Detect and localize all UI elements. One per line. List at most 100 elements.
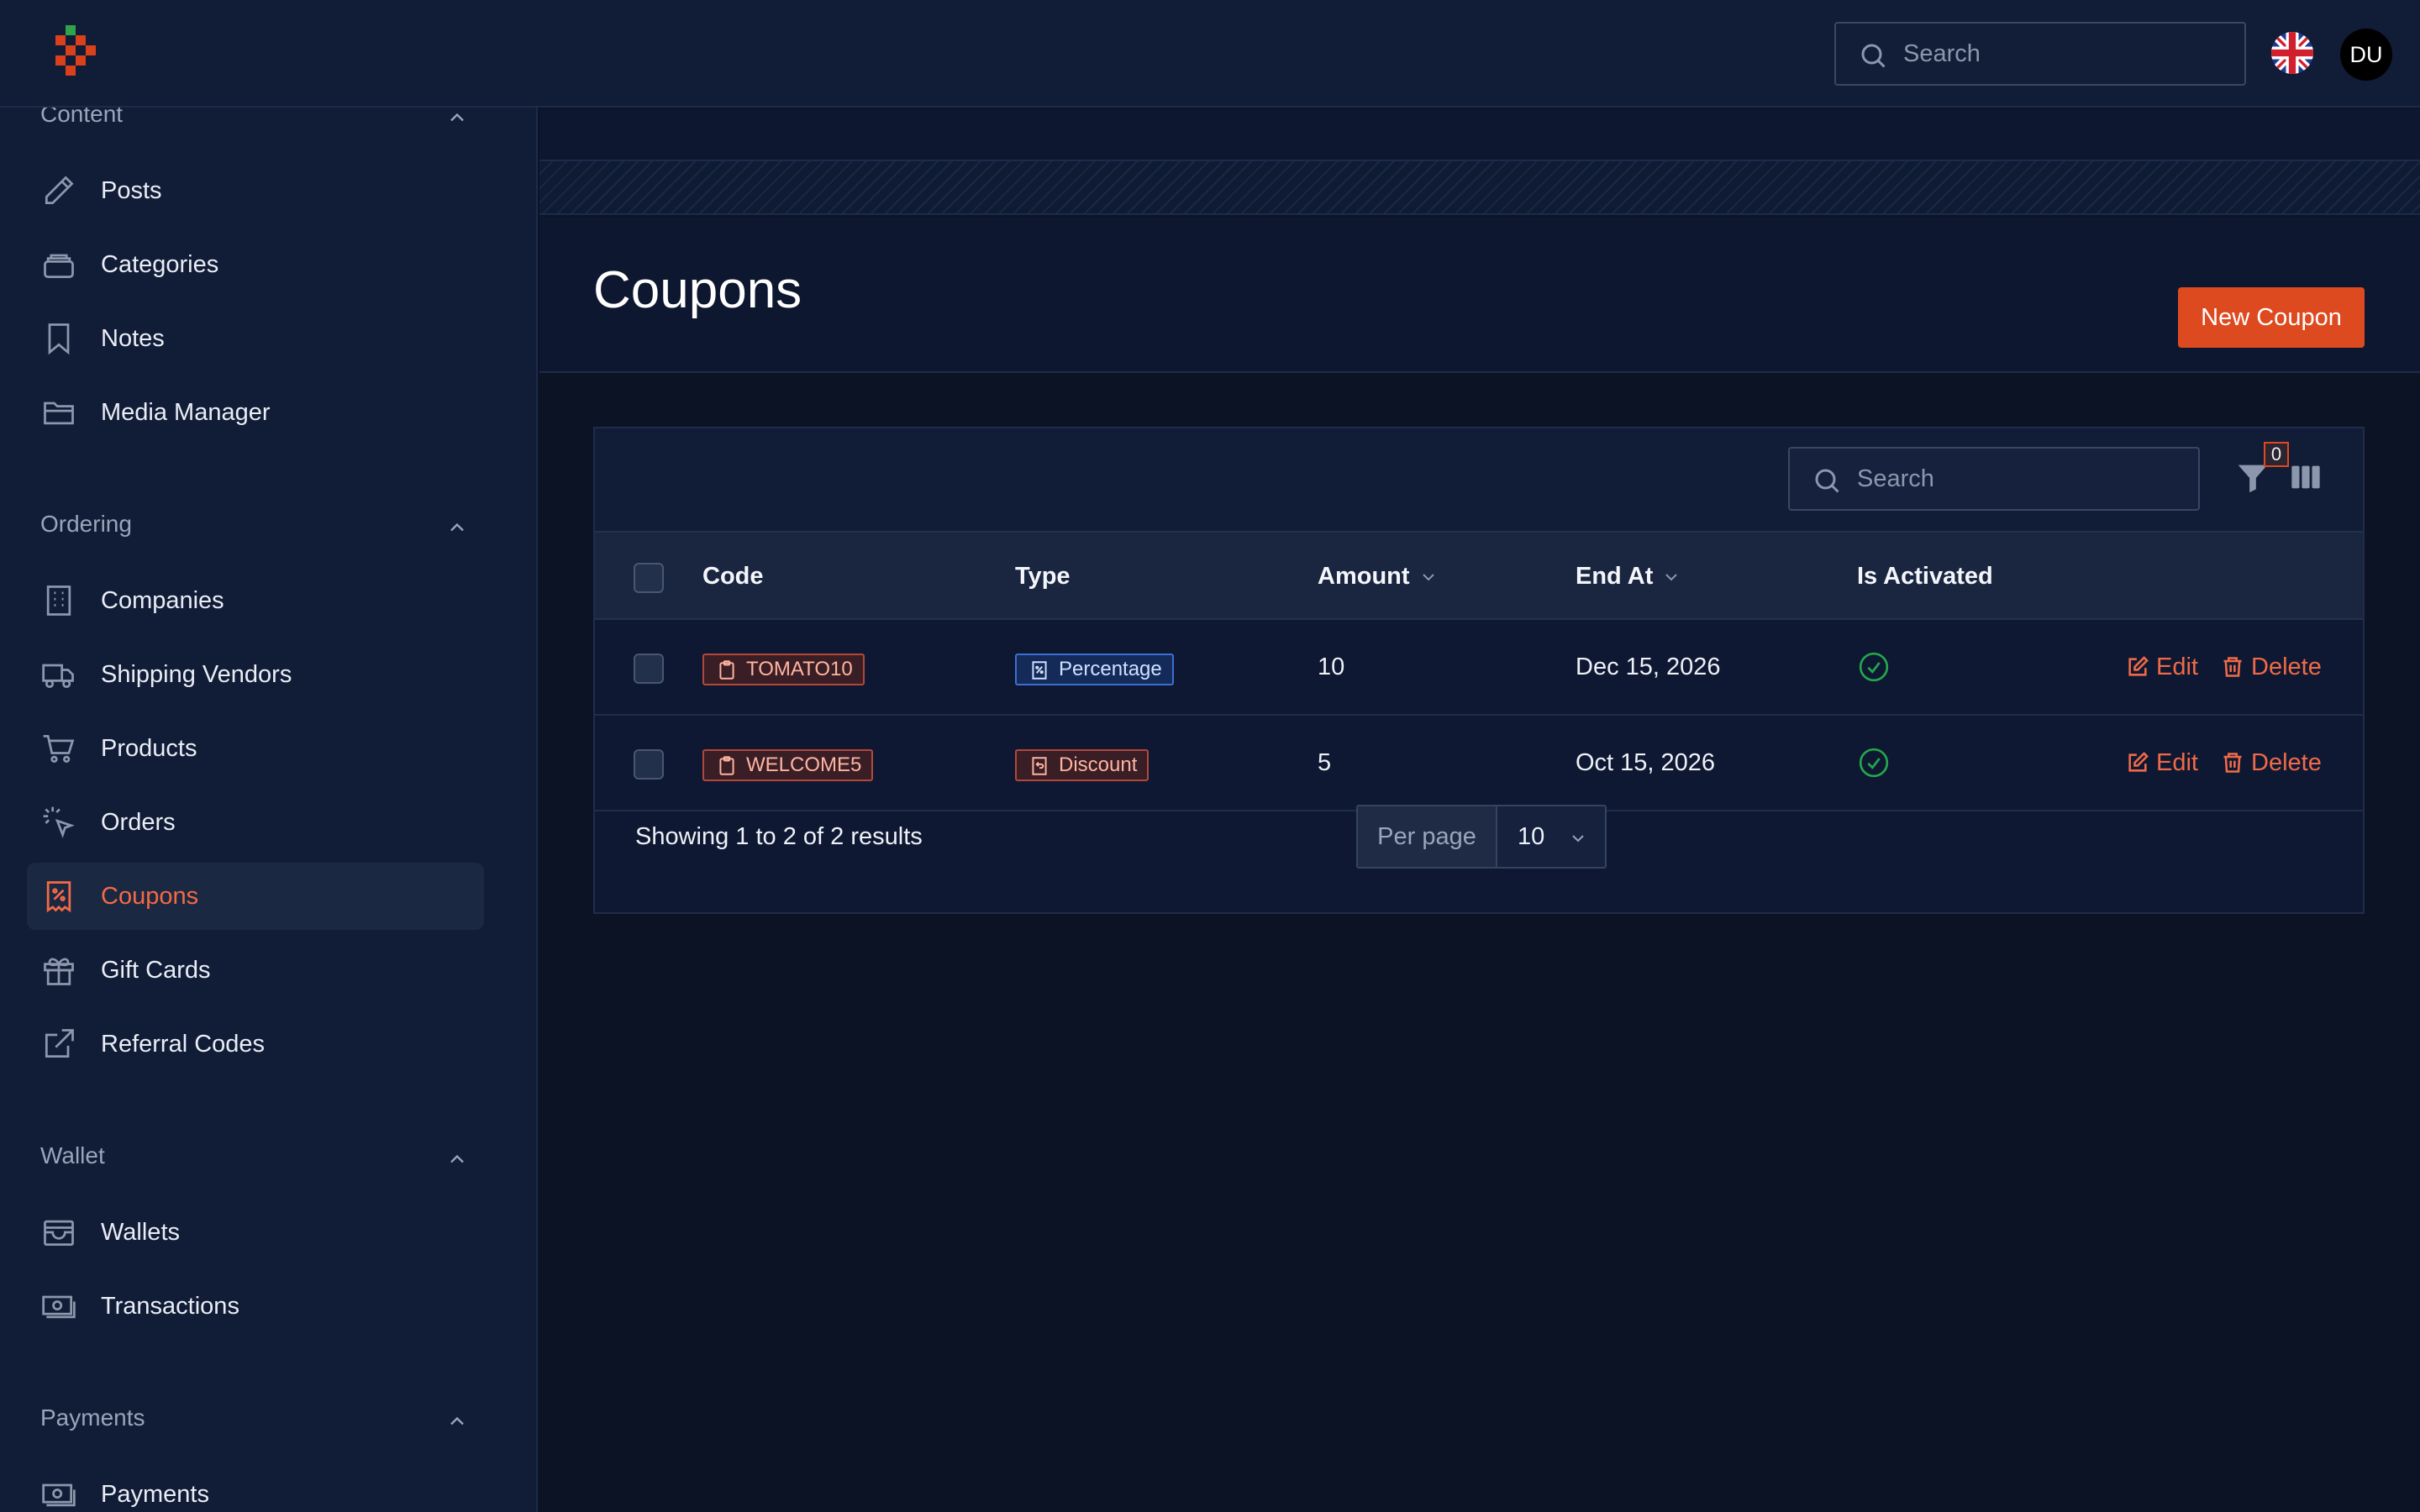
sidebar-group-wallet[interactable]: Wallet xyxy=(40,1142,469,1176)
trash-icon xyxy=(2223,753,2242,773)
sidebar-item-shipping-vendors[interactable]: Shipping Vendors xyxy=(27,641,484,708)
coupon-end-at: Oct 15, 2026 xyxy=(1576,749,1716,776)
sidebar-item-label: Payments xyxy=(101,1481,209,1508)
new-coupon-button[interactable]: New Coupon xyxy=(2178,287,2365,348)
row-checkbox[interactable] xyxy=(634,654,664,684)
receipt-percent-icon xyxy=(46,881,71,913)
stack-icon xyxy=(44,254,74,279)
sidebar-item-categories[interactable]: Categories xyxy=(27,231,484,298)
table-search-input[interactable] xyxy=(1857,449,2176,509)
gift-icon xyxy=(44,958,74,985)
user-avatar[interactable]: DU xyxy=(2340,29,2392,81)
column-header-amount[interactable]: Amount xyxy=(1318,533,1439,620)
top-strip xyxy=(539,109,2420,161)
table-row[interactable]: WELCOME5 Discount 5 Oct 15, 2026 Edit De… xyxy=(595,716,2363,811)
column-header-type[interactable]: Type xyxy=(1015,533,1071,620)
filter-count-badge: 0 xyxy=(2264,442,2289,467)
coupon-end-at: Dec 15, 2026 xyxy=(1576,654,1721,680)
table-row[interactable]: TOMATO10 Percentage 10 Dec 15, 2026 Edit… xyxy=(595,620,2363,716)
edit-button[interactable]: Edit xyxy=(2126,620,2198,714)
hatched-divider xyxy=(539,161,2420,215)
main-content: Coupons New Coupon 0 Code Type Amount En… xyxy=(539,109,2420,1512)
sidebar-item-label: Notes xyxy=(101,325,165,352)
sidebar-item-label: Orders xyxy=(101,809,176,836)
wallet-icon xyxy=(44,1220,74,1247)
sidebar-item-referral-codes[interactable]: Referral Codes xyxy=(27,1011,484,1078)
search-icon xyxy=(1861,44,1886,68)
sidebar-item-companies[interactable]: Companies xyxy=(27,567,484,634)
column-header-label: End At xyxy=(1576,563,1654,590)
chevron-up-icon xyxy=(450,1416,464,1425)
per-page-value: 10 xyxy=(1518,823,1545,850)
coupon-code-badge: WELCOME5 xyxy=(702,749,874,781)
coupon-code-badge: TOMATO10 xyxy=(702,654,865,685)
global-search-input[interactable] xyxy=(1903,24,2223,84)
coupon-type-badge: Discount xyxy=(1015,749,1150,781)
edit-icon xyxy=(2128,656,2149,676)
edit-icon xyxy=(2128,752,2149,772)
sidebar-item-payments[interactable]: Payments xyxy=(27,1461,484,1512)
sidebar-item-transactions[interactable]: Transactions xyxy=(27,1273,484,1340)
sidebar-group-payments[interactable]: Payments xyxy=(40,1404,469,1438)
sidebar-item-label: Products xyxy=(101,735,197,762)
receipt-refund-icon xyxy=(1032,757,1047,775)
cursor-click-icon xyxy=(43,806,75,838)
coupon-type-badge: Percentage xyxy=(1015,654,1174,685)
sidebar-item-coupons[interactable]: Coupons xyxy=(27,863,484,930)
edit-button[interactable]: Edit xyxy=(2126,716,2198,810)
sidebar-item-label: Shipping Vendors xyxy=(101,661,292,688)
column-header-code[interactable]: Code xyxy=(702,533,764,620)
sidebar-item-gift-cards[interactable]: Gift Cards xyxy=(27,937,484,1004)
sidebar-item-notes[interactable]: Notes xyxy=(27,305,484,372)
coupon-amount: 5 xyxy=(1318,749,1332,776)
sidebar-group-label: Wallet xyxy=(40,1142,105,1168)
table-search[interactable] xyxy=(1788,447,2200,511)
delete-button[interactable]: Delete xyxy=(2221,716,2322,810)
sidebar-group-label: Ordering xyxy=(40,511,132,537)
sidebar-item-label: Transactions xyxy=(101,1293,239,1320)
sidebar-group-label: Content xyxy=(40,108,124,127)
chevron-up-icon xyxy=(450,1154,464,1163)
pencil-icon xyxy=(45,176,74,205)
select-all-checkbox[interactable] xyxy=(634,563,664,593)
coupons-table-card: 0 Code Type Amount End At Is Activated T… xyxy=(593,427,2365,914)
check-circle-icon xyxy=(1859,748,1889,778)
sidebar-item-media-manager[interactable]: Media Manager xyxy=(27,379,484,446)
global-search[interactable] xyxy=(1834,22,2246,86)
columns-icon[interactable] xyxy=(2289,460,2323,494)
page-title: Coupons xyxy=(593,261,802,319)
sidebar-item-wallets[interactable]: Wallets xyxy=(27,1199,484,1266)
sidebar: Content Posts Categories Notes Media Man… xyxy=(0,108,538,1512)
chevron-down-icon xyxy=(1572,835,1584,843)
chevron-up-icon xyxy=(450,113,464,122)
column-header-end-at[interactable]: End At xyxy=(1576,533,1681,620)
sidebar-item-label: Companies xyxy=(101,587,224,614)
sidebar-group-label: Payments xyxy=(40,1404,145,1431)
trash-icon xyxy=(2223,657,2242,677)
check-circle-icon xyxy=(1859,652,1889,682)
coupon-amount: 10 xyxy=(1318,654,1345,680)
delete-button[interactable]: Delete xyxy=(2221,620,2322,714)
clipboard-icon xyxy=(719,660,734,680)
sidebar-item-posts[interactable]: Posts xyxy=(27,157,484,224)
sidebar-item-label: Categories xyxy=(101,251,219,278)
sidebar-item-label: Gift Cards xyxy=(101,957,211,984)
column-header-is-activated[interactable]: Is Activated xyxy=(1857,533,1993,620)
sidebar-group-content[interactable]: Content xyxy=(40,108,469,134)
folder-icon xyxy=(44,402,74,425)
sidebar-item-label: Wallets xyxy=(101,1219,180,1246)
cart-icon xyxy=(43,734,75,763)
receipt-percent-icon xyxy=(1032,661,1047,680)
app-logo[interactable] xyxy=(55,25,106,84)
sidebar-group-ordering[interactable]: Ordering xyxy=(40,511,469,544)
page-header: Coupons New Coupon xyxy=(539,217,2420,373)
row-checkbox[interactable] xyxy=(634,749,664,780)
language-flag-icon[interactable] xyxy=(2271,32,2313,74)
sidebar-item-products[interactable]: Products xyxy=(27,715,484,782)
chevron-up-icon xyxy=(450,522,464,532)
per-page-select[interactable]: Per page 10 xyxy=(1356,805,1607,869)
sidebar-item-orders[interactable]: Orders xyxy=(27,789,484,856)
per-page-label: Per page xyxy=(1358,806,1497,867)
chevron-down-icon xyxy=(1665,574,1678,581)
search-icon xyxy=(1815,469,1839,493)
